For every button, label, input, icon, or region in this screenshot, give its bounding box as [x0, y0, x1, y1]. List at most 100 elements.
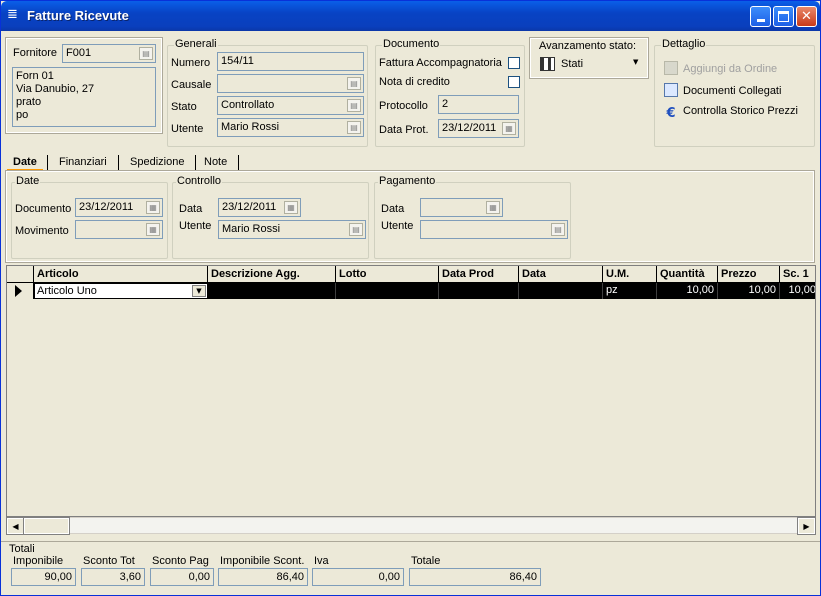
documento-title: Documento — [382, 38, 441, 50]
protocollo-field[interactable]: 2 — [438, 95, 519, 114]
pagamento-data-field[interactable]: ▦ — [420, 198, 503, 217]
address-line: Forn 01 — [16, 70, 54, 82]
calendar-icon[interactable]: ▦ — [284, 201, 298, 214]
movimento-label: Movimento — [15, 225, 69, 237]
iva-label: Iva — [314, 555, 329, 567]
close-button[interactable]: ✕ — [796, 6, 817, 27]
pagamento-utente-field[interactable]: ▤ — [420, 220, 568, 239]
documenti-collegati-label: Documenti Collegati — [683, 85, 782, 97]
tab-note[interactable]: Note — [198, 153, 233, 172]
calendar-icon[interactable]: ▦ — [502, 122, 516, 135]
column-header[interactable]: Descrizione Agg. — [208, 266, 336, 283]
tab-finanziari[interactable]: Finanziari — [53, 153, 113, 172]
lookup-icon[interactable]: ▤ — [349, 223, 363, 236]
table-cell[interactable]: 10,00 — [657, 283, 718, 299]
documenti-collegati-button[interactable]: Documenti Collegati — [664, 83, 781, 97]
lookup-icon[interactable]: ▤ — [551, 223, 565, 236]
fattura-accompagnatoria-label: Fattura Accompagnatoria — [379, 57, 502, 69]
column-header[interactable]: Prezzo — [718, 266, 780, 283]
table-cell[interactable] — [519, 283, 603, 299]
imponibile-value: 90,00 — [44, 571, 72, 583]
iva-field: 0,00 — [312, 568, 404, 586]
aggiungi-da-ordine-button[interactable]: Aggiungi da Ordine — [664, 61, 777, 75]
articles-grid[interactable]: Articolo Descrizione Agg. Lotto Data Pro… — [6, 265, 816, 517]
data-prot-value: 23/12/2011 — [442, 122, 497, 134]
documento-date-label: Documento — [15, 203, 72, 215]
lookup-icon[interactable]: ▤ — [347, 77, 361, 90]
stati-dropdown-button[interactable]: Stati ▼ — [539, 55, 643, 73]
pagamento-title: Pagamento — [378, 175, 437, 187]
controlla-storico-prezzi-button[interactable]: € Controlla Storico Prezzi — [664, 105, 797, 121]
numero-value: 154/11 — [221, 55, 254, 67]
tab-separator — [195, 155, 196, 170]
scroll-thumb[interactable] — [23, 517, 70, 535]
column-header[interactable]: Quantità — [657, 266, 718, 283]
movimento-date-field[interactable]: ▦ — [75, 220, 163, 239]
tab-spedizione[interactable]: Spedizione — [124, 153, 190, 172]
fornitore-code: F001 — [66, 47, 92, 59]
table-cell[interactable] — [336, 283, 439, 299]
calendar-icon[interactable]: ▦ — [146, 223, 160, 236]
column-header[interactable]: Lotto — [336, 266, 439, 283]
minimize-button[interactable] — [750, 6, 771, 27]
table-cell[interactable] — [439, 283, 519, 299]
utente-value: Mario Rossi — [221, 121, 280, 133]
totale-label: Totale — [411, 555, 441, 567]
column-header[interactable]: Articolo — [34, 266, 208, 283]
dropdown-arrow-icon[interactable]: ▼ — [192, 285, 206, 297]
documento-date-field[interactable]: 23/12/2011 ▦ — [75, 198, 163, 217]
scroll-left-button[interactable]: ◀ — [6, 517, 25, 535]
lookup-icon[interactable]: ▤ — [347, 99, 361, 112]
lookup-icon[interactable]: ▤ — [139, 47, 153, 60]
table-cell[interactable]: 10,00 — [718, 283, 780, 299]
horizontal-scrollbar[interactable]: ◀ ▶ — [6, 517, 816, 535]
sconto-pag-label: Sconto Pag — [152, 555, 209, 567]
title-bar[interactable]: ≣ Fatture Ricevute ✕ — [1, 1, 820, 31]
row-indicator[interactable] — [7, 283, 34, 299]
divider — [1, 541, 820, 542]
pagamento-utente-label: Utente — [381, 220, 414, 232]
column-header[interactable]: Data Prod — [439, 266, 519, 283]
scroll-right-button[interactable]: ▶ — [797, 517, 816, 535]
fattura-accompagnatoria-checkbox[interactable] — [508, 57, 520, 69]
column-header[interactable]: Data — [519, 266, 603, 283]
calendar-icon[interactable]: ▦ — [146, 201, 160, 214]
column-header[interactable]: U.M. — [603, 266, 657, 283]
stato-value: Controllato — [221, 99, 275, 111]
protocollo-value: 2 — [442, 98, 449, 110]
pagamento-group: Pagamento Data ▦ Utente ▤ — [374, 175, 571, 259]
controllo-data-field[interactable]: 23/12/2011 ▦ — [218, 198, 301, 217]
address-line: Via Danubio, 27 — [16, 83, 95, 95]
arrow-right-icon: ▶ — [803, 522, 810, 531]
table-cell[interactable]: 10,00 — [780, 283, 815, 299]
lookup-icon[interactable]: ▤ — [347, 121, 361, 134]
imponibile-scont-field: 86,40 — [218, 568, 308, 586]
column-header[interactable]: Sc. 1 — [780, 266, 815, 283]
articolo-cell-editor[interactable]: Articolo Uno ▼ — [34, 283, 208, 299]
fornitore-label: Fornitore — [13, 47, 58, 59]
numero-field[interactable]: 154/11 — [217, 52, 364, 71]
table-cell[interactable]: pz — [603, 283, 657, 299]
app-menu-icon[interactable]: ≣ — [7, 8, 21, 22]
tab-separator — [118, 155, 119, 170]
data-prot-field[interactable]: 23/12/2011 ▦ — [438, 119, 519, 138]
fornitore-code-field[interactable]: F001 ▤ — [62, 44, 156, 63]
utente-field[interactable]: Mario Rossi ▤ — [217, 118, 364, 137]
calendar-icon[interactable]: ▦ — [486, 201, 500, 214]
tab-separator — [238, 155, 239, 170]
causale-field[interactable]: ▤ — [217, 74, 364, 93]
tab-date[interactable]: Date — [7, 153, 43, 172]
imponibile-field: 90,00 — [11, 568, 76, 586]
totale-field: 86,40 — [409, 568, 541, 586]
stato-field[interactable]: Controllato ▤ — [217, 96, 364, 115]
fornitore-panel: Fornitore F001 ▤ Forn 01 Via Danubio, 27… — [5, 37, 163, 134]
stato-label: Stato — [171, 101, 197, 113]
controllo-utente-value: Mario Rossi — [222, 223, 281, 235]
nota-credito-checkbox[interactable] — [508, 76, 520, 88]
table-cell[interactable] — [208, 283, 336, 299]
maximize-button[interactable] — [773, 6, 794, 27]
controllo-data-label: Data — [179, 203, 203, 215]
controllo-utente-field[interactable]: Mario Rossi ▤ — [218, 220, 366, 239]
sconto-pag-field: 0,00 — [150, 568, 214, 586]
window: ≣ Fatture Ricevute ✕ Fornitore F001 ▤ Fo… — [0, 0, 821, 596]
